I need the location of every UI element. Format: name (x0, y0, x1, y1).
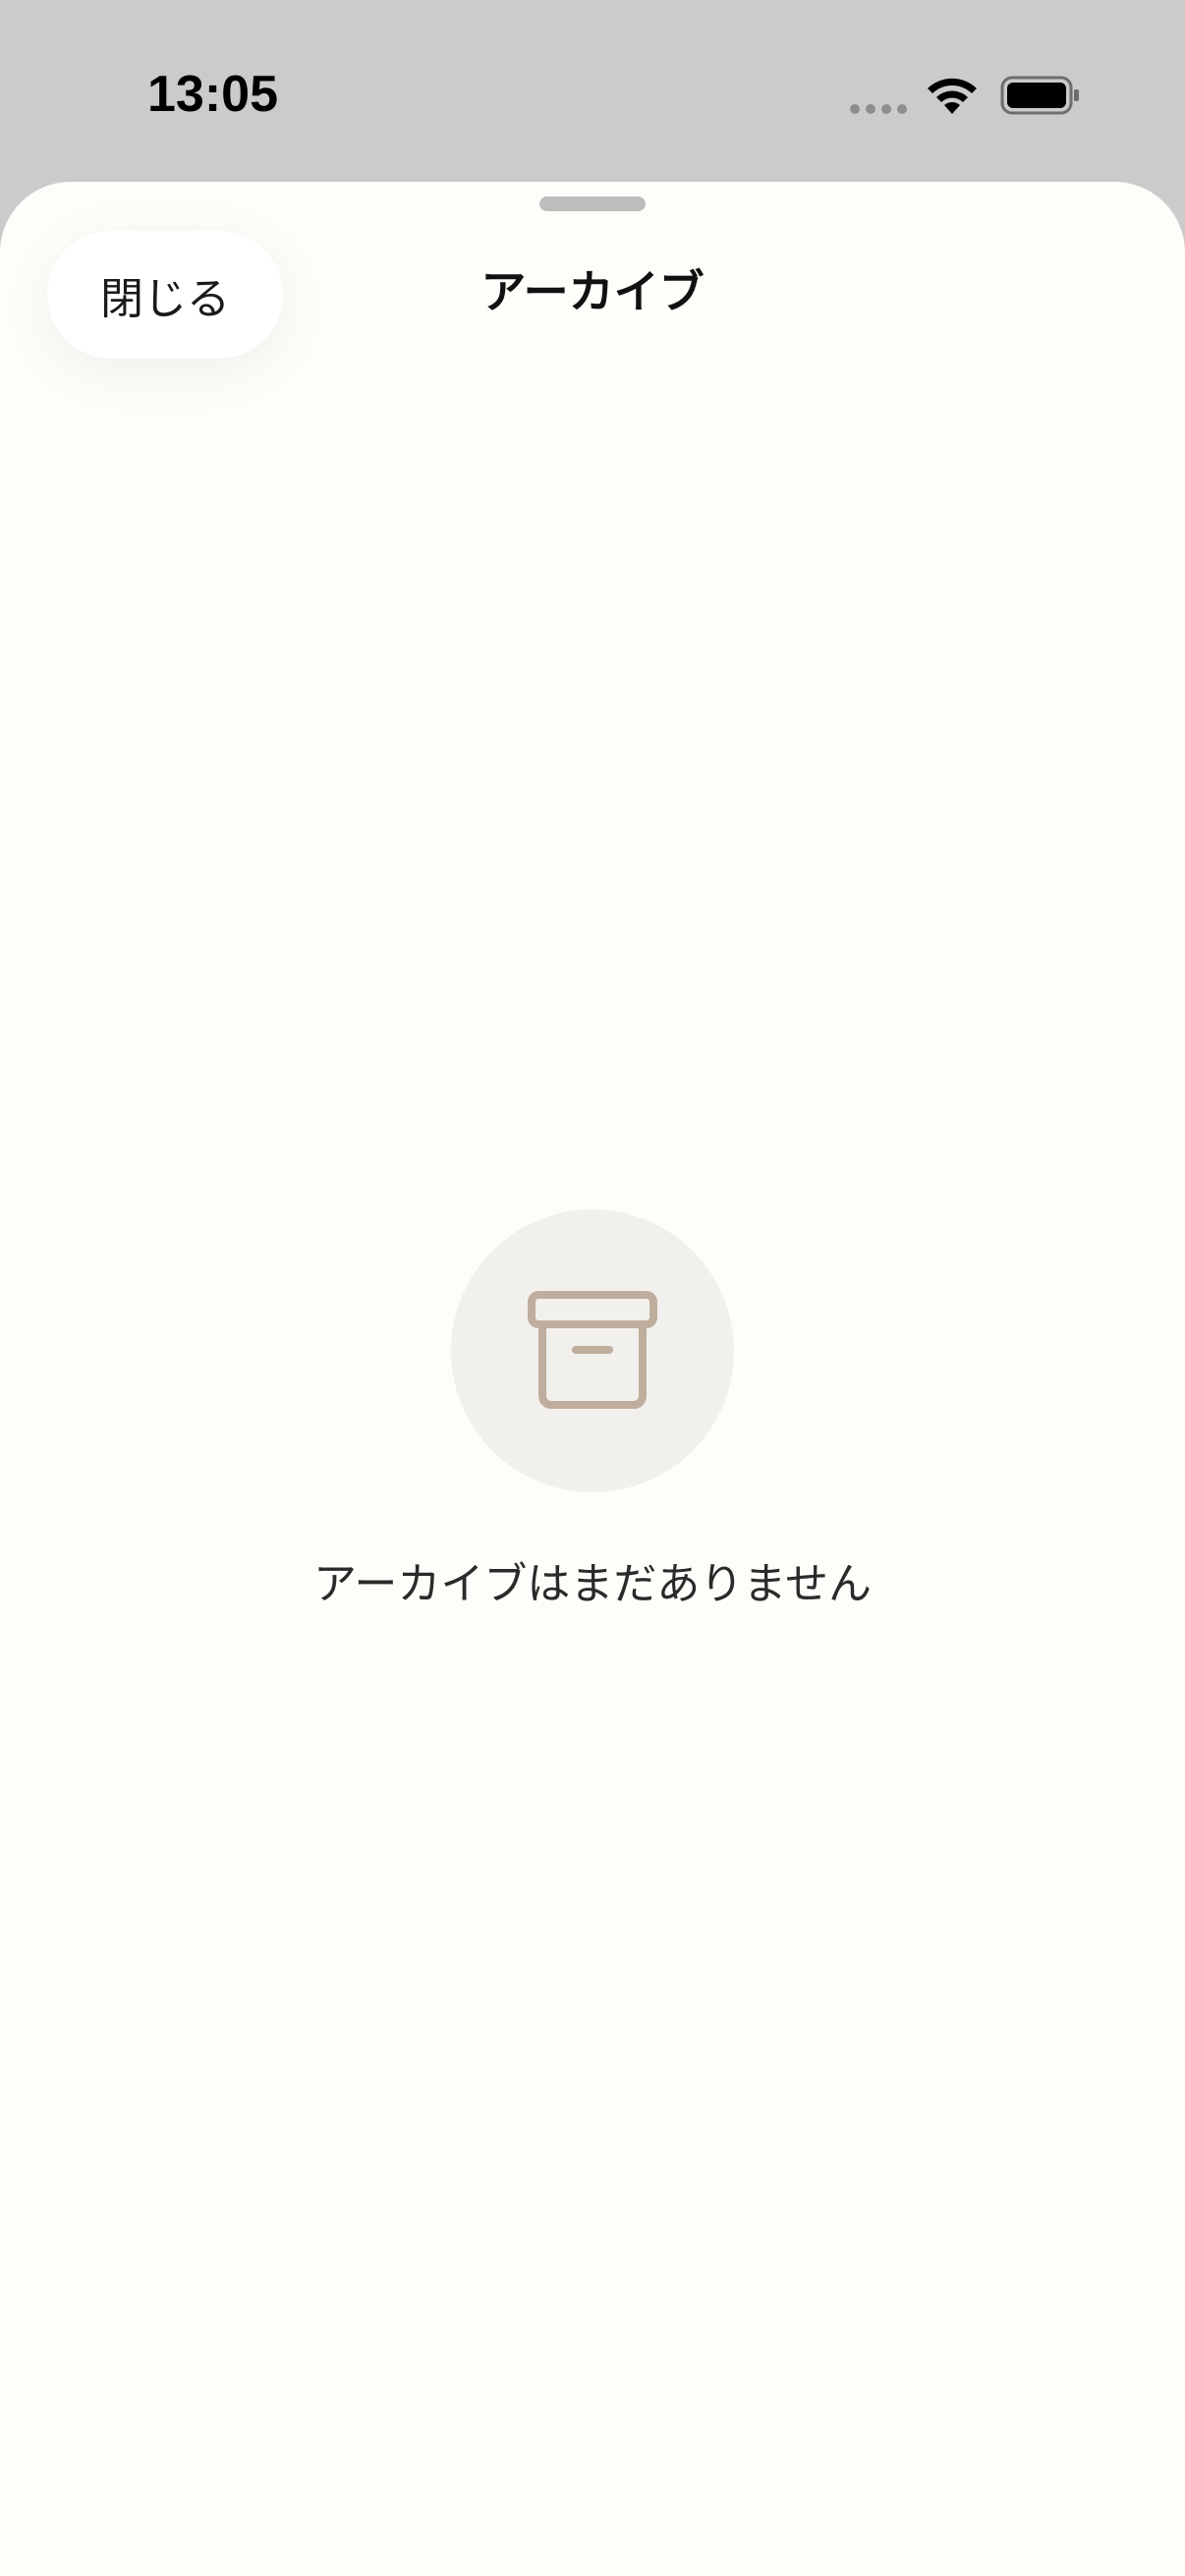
wifi-icon (928, 78, 977, 114)
sheet-grabber[interactable] (539, 196, 646, 211)
screen: 13:05 閉じる アーカイブ アーカイブはまだありません (0, 0, 1185, 2576)
empty-state-message: アーカイブはまだありません (312, 1559, 873, 1609)
archive-sheet: 閉じる アーカイブ アーカイブはまだありません (0, 182, 1185, 2576)
battery-icon (1000, 76, 1079, 115)
signal-dots-icon (850, 104, 907, 114)
sheet-title: アーカイブ (480, 265, 705, 318)
empty-state-icon-circle (451, 1209, 734, 1492)
archive-box-icon (528, 1291, 657, 1409)
close-button[interactable]: 閉じる (47, 231, 283, 359)
status-time: 13:05 (147, 66, 278, 123)
